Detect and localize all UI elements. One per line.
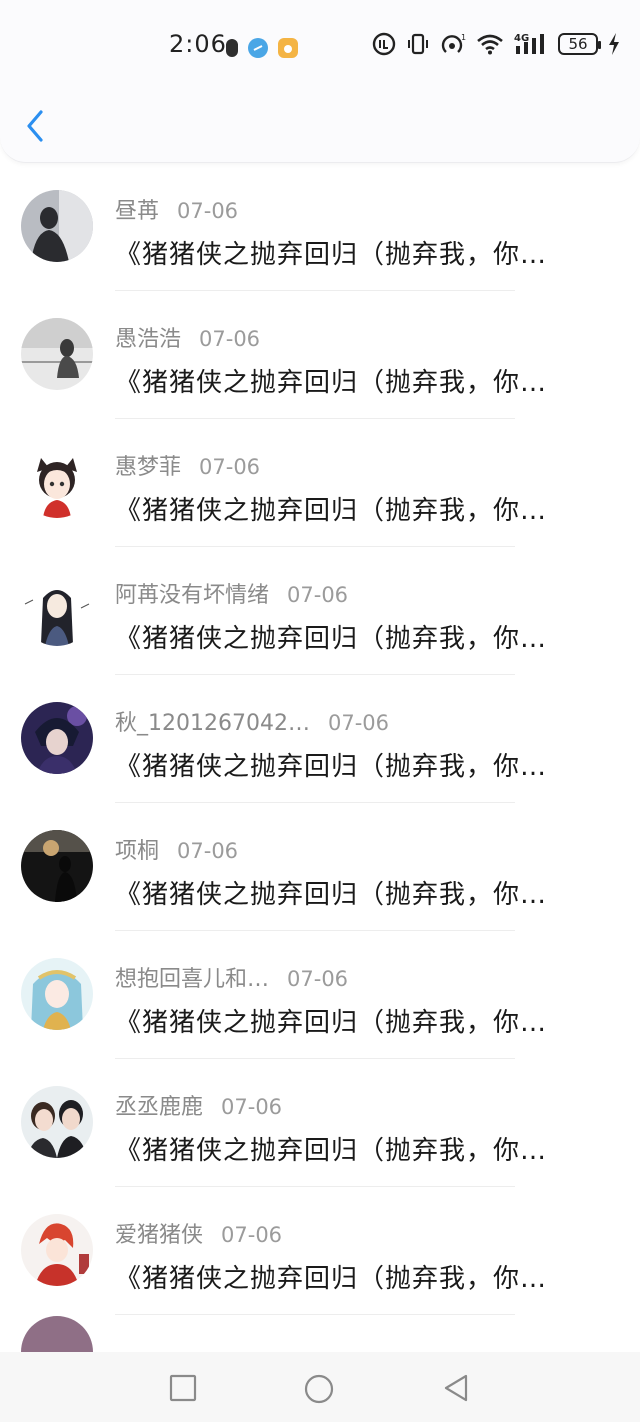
- recents-button[interactable]: [167, 1372, 199, 1404]
- message-preview: 《猪猪侠之抛弃回归（抛弃我，你…: [115, 240, 548, 270]
- notification-icons: [222, 38, 298, 58]
- chevron-left-icon: [27, 110, 43, 142]
- list-item[interactable]: 愚浩浩 07-06 《猪猪侠之抛弃回归（抛弃我，你…: [0, 291, 640, 419]
- avatar[interactable]: [21, 190, 93, 262]
- message-date: 07-06: [199, 327, 261, 351]
- triangle-back-icon: [444, 1374, 468, 1402]
- message-preview: 《猪猪侠之抛弃回归（抛弃我，你…: [115, 1264, 548, 1294]
- message-preview: 《猪猪侠之抛弃回归（抛弃我，你…: [115, 752, 548, 782]
- system-nav-bar: [0, 1352, 640, 1422]
- username: 秋_1201267042…: [115, 711, 310, 736]
- charging-icon: [608, 33, 620, 55]
- message-date: 07-06: [177, 839, 239, 863]
- list-item[interactable]: 爱猪猪侠 07-06 《猪猪侠之抛弃回归（抛弃我，你…: [0, 1187, 640, 1315]
- list-item[interactable]: 丞丞鹿鹿 07-06 《猪猪侠之抛弃回归（抛弃我，你…: [0, 1059, 640, 1187]
- divider: [115, 1314, 515, 1315]
- square-icon: [169, 1374, 197, 1402]
- list-item[interactable]: 秋_1201267042… 07-06 《猪猪侠之抛弃回归（抛弃我，你…: [0, 675, 640, 803]
- avatar[interactable]: [21, 1316, 93, 1352]
- username: 爱猪猪侠: [115, 1223, 204, 1248]
- list-item[interactable]: 阿苒没有坏情绪 07-06 《猪猪侠之抛弃回归（抛弃我，你…: [0, 547, 640, 675]
- avatar[interactable]: [21, 958, 93, 1030]
- message-preview: 《猪猪侠之抛弃回归（抛弃我，你…: [115, 496, 548, 526]
- message-preview: 《猪猪侠之抛弃回归（抛弃我，你…: [115, 624, 548, 654]
- message-preview: 《猪猪侠之抛弃回归（抛弃我，你…: [115, 1136, 548, 1166]
- home-button[interactable]: [302, 1372, 336, 1406]
- message-date: 07-06: [221, 1095, 283, 1119]
- message-preview: 《猪猪侠之抛弃回归（抛弃我，你…: [115, 880, 548, 910]
- list-item[interactable]: 惠梦菲 07-06 《猪猪侠之抛弃回归（抛弃我，你…: [0, 419, 640, 547]
- message-date: 07-06: [221, 1223, 283, 1247]
- signal-icon: 4G: [514, 32, 548, 56]
- username: 阿苒没有坏情绪: [115, 583, 270, 608]
- username: 惠梦菲: [115, 455, 182, 480]
- message-list: 昼苒 07-06 《猪猪侠之抛弃回归（抛弃我，你… 愚浩浩 07-06 《猪猪侠…: [0, 163, 640, 1315]
- header: 2:06 1 4G 56: [0, 0, 640, 163]
- list-item[interactable]: 想抱回喜儿和… 07-06 《猪猪侠之抛弃回归（抛弃我，你…: [0, 931, 640, 1059]
- wifi-icon: [476, 33, 504, 55]
- circle-icon: [304, 1374, 334, 1404]
- status-indicators: 1 4G 56: [372, 32, 620, 56]
- cat-app-icon: [278, 38, 298, 58]
- username: 愚浩浩: [115, 327, 182, 352]
- avatar[interactable]: [21, 446, 93, 518]
- avatar[interactable]: [21, 318, 93, 390]
- message-date: 07-06: [287, 967, 349, 991]
- back-button[interactable]: [18, 106, 52, 146]
- avatar[interactable]: [21, 830, 93, 902]
- avatar[interactable]: [21, 1086, 93, 1158]
- avatar[interactable]: [21, 574, 93, 646]
- battery-indicator: 56: [558, 33, 601, 55]
- list-item[interactable]: 昼苒 07-06 《猪猪侠之抛弃回归（抛弃我，你…: [0, 163, 640, 291]
- list-item[interactable]: 项桐 07-06 《猪猪侠之抛弃回归（抛弃我，你…: [0, 803, 640, 931]
- avatar[interactable]: [21, 1214, 93, 1286]
- username: 丞丞鹿鹿: [115, 1095, 204, 1120]
- nav-back-button[interactable]: [440, 1372, 472, 1404]
- vibrate-icon: [406, 32, 430, 56]
- list-item-partial[interactable]: [0, 1316, 640, 1352]
- message-date: 07-06: [199, 455, 261, 479]
- microphone-icon: [226, 39, 238, 57]
- message-date: 07-06: [177, 199, 239, 223]
- message-date: 07-06: [287, 583, 349, 607]
- avatar[interactable]: [21, 702, 93, 774]
- message-preview: 《猪猪侠之抛弃回归（抛弃我，你…: [115, 368, 548, 398]
- username: 昼苒: [115, 199, 160, 224]
- message-preview: 《猪猪侠之抛弃回归（抛弃我，你…: [115, 1008, 548, 1038]
- status-time: 2:06: [169, 30, 227, 58]
- username: 想抱回喜儿和…: [115, 967, 270, 992]
- svg-text:1: 1: [461, 33, 466, 42]
- message-date: 07-06: [327, 711, 390, 735]
- data-saver-icon: [372, 32, 396, 56]
- hotspot-icon: 1: [440, 32, 466, 56]
- browser-app-icon: [248, 38, 268, 58]
- username: 项桐: [115, 839, 160, 864]
